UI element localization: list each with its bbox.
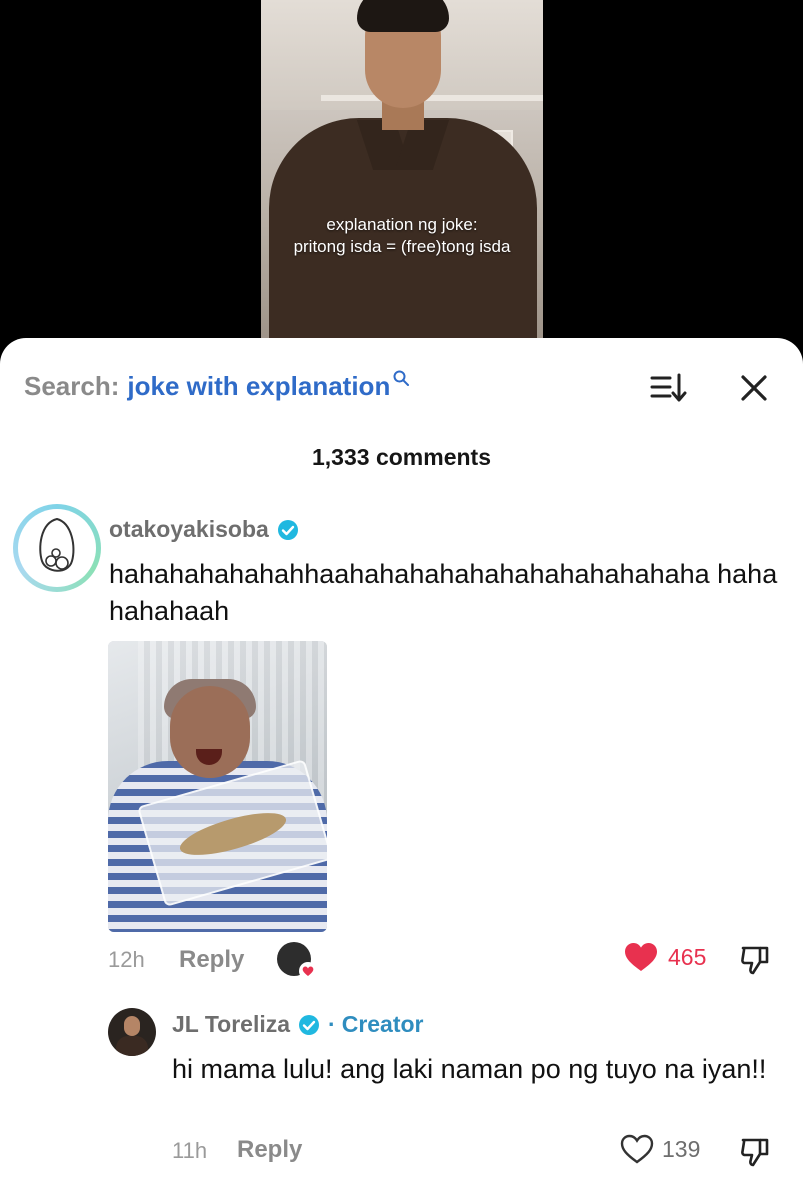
comment-text: hahahahahahahhaahahahahahahahahahahahaha… xyxy=(109,559,778,626)
comment-reply-button[interactable]: Reply xyxy=(179,946,244,974)
heart-outline-icon[interactable] xyxy=(620,1134,654,1164)
comment-reply-wrap[interactable]: Reply xyxy=(179,938,244,982)
dislike-icon[interactable] xyxy=(738,942,772,976)
reply-like-count: 139 xyxy=(662,1135,701,1162)
reply-reply-button[interactable]: Reply xyxy=(237,1136,302,1164)
video-caption-line2: pritong isda = (free)tong isda xyxy=(293,237,511,256)
heart-filled-icon[interactable] xyxy=(624,942,658,972)
video-person-hair xyxy=(357,0,449,32)
comment-author[interactable]: otakoyakisoba xyxy=(109,516,299,543)
avatar-drawing-icon xyxy=(39,517,75,572)
comments-sheet: Search: joke with explanation 1,333 comm… xyxy=(0,338,803,1200)
dislike-icon[interactable] xyxy=(738,1134,772,1168)
search-suggestion[interactable]: Search: joke with explanation xyxy=(24,368,410,404)
comment-photo[interactable] xyxy=(108,641,327,932)
comment-like-button[interactable]: 465 xyxy=(624,942,706,972)
comments-count: 1,333 comments xyxy=(312,444,491,470)
search-icon xyxy=(393,370,410,386)
verified-badge-icon xyxy=(277,519,298,540)
video-caption: explanation ng joke: pritong isda = (fre… xyxy=(261,214,543,258)
search-query-link[interactable]: joke with explanation xyxy=(127,371,390,402)
reply-username[interactable]: JL Toreliza xyxy=(172,1011,290,1038)
creator-liked-avatar xyxy=(277,942,317,980)
reply-avatar-face xyxy=(124,1016,140,1036)
video-molding xyxy=(321,95,543,101)
video-frame: explanation ng joke: pritong isda = (fre… xyxy=(261,0,543,360)
reply-author[interactable]: JL Toreliza · Creator xyxy=(172,1011,424,1038)
verified-badge-icon xyxy=(299,1014,320,1035)
reply-time: 11h xyxy=(172,1138,208,1163)
comment-time-wrap: 12h xyxy=(108,938,145,982)
avatar-inner xyxy=(18,509,96,587)
comment-like-count: 465 xyxy=(668,943,707,970)
heart-icon xyxy=(299,962,317,980)
close-icon[interactable] xyxy=(736,370,772,406)
separator-dot: · xyxy=(328,1011,336,1037)
search-label: Search: xyxy=(24,370,120,401)
creator-badge: Creator xyxy=(341,1011,424,1037)
reply-like-button[interactable]: 139 xyxy=(620,1134,700,1164)
comment-username[interactable]: otakoyakisoba xyxy=(109,516,269,543)
reply-avatar-body xyxy=(116,1036,148,1056)
reply-text: hi mama lulu! ang laki naman po ng tuyo … xyxy=(172,1054,767,1084)
reply-avatar[interactable] xyxy=(108,1008,156,1056)
comment-time: 12h xyxy=(108,947,145,972)
video-caption-line1: explanation ng joke: xyxy=(326,215,478,234)
avatar[interactable] xyxy=(13,504,101,592)
sort-icon[interactable] xyxy=(648,370,688,406)
video-player[interactable]: explanation ng joke: pritong isda = (fre… xyxy=(0,0,803,360)
